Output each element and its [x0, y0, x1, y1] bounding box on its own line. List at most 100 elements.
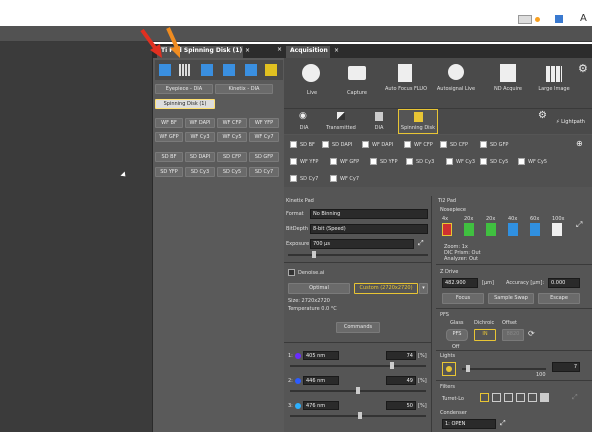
mode-spinning-disk[interactable]: Spinning Disk — [398, 109, 438, 134]
channel-label[interactable]: SD DAPI — [332, 142, 352, 148]
bitdepth-select[interactable]: 8-bit (Speed) — [310, 224, 428, 234]
lightpath-button[interactable]: ⚡ Lightpath — [556, 119, 585, 125]
mode-dia-1[interactable]: ◉ DIA — [290, 111, 318, 133]
laser-power-input[interactable]: 50 — [386, 401, 416, 410]
close-icon[interactable]: × — [245, 47, 250, 54]
optimal-button[interactable]: Optimal — [288, 283, 350, 294]
wf-yfp-button[interactable]: WF YFP — [249, 118, 279, 128]
filter-position-button[interactable] — [492, 393, 501, 402]
objective-button[interactable] — [552, 223, 562, 236]
denoise-checkbox[interactable] — [288, 269, 295, 276]
channel-label[interactable]: SD Cy5 — [490, 159, 508, 165]
filter-position-button[interactable] — [516, 393, 525, 402]
channel-label[interactable]: WF GFP — [340, 159, 359, 165]
channel-label[interactable]: SD YFP — [380, 159, 398, 165]
settings-icon[interactable] — [245, 64, 257, 76]
channel-label[interactable]: WF Cy7 — [340, 176, 359, 182]
condenser-select[interactable]: 1: OPEN — [442, 419, 496, 429]
offset-input[interactable]: 8820 — [502, 329, 524, 341]
language-icon[interactable] — [555, 15, 563, 23]
light-slider-knob[interactable] — [466, 365, 470, 372]
light-intensity-input[interactable]: 7 — [552, 362, 580, 372]
sd-yfp-button[interactable]: SD YFP — [155, 167, 183, 177]
panel-close-icon[interactable]: × — [277, 46, 282, 53]
objective-button[interactable] — [464, 223, 474, 236]
exposure-tool-icon[interactable]: ⤢ — [418, 239, 428, 249]
custom-roi-button[interactable]: Custom (2720x2720) — [354, 283, 418, 294]
wf-gfp-button[interactable]: WF GFP — [155, 132, 183, 142]
expand-icon[interactable]: ⤢ — [572, 393, 582, 403]
laser-slider[interactable] — [290, 412, 426, 419]
objective-button[interactable] — [530, 223, 540, 236]
mode-dia-2[interactable]: DIA — [366, 111, 392, 133]
wf-cy3-button[interactable]: WF Cy3 — [185, 132, 215, 142]
filter-position-button[interactable] — [504, 393, 513, 402]
sd-cy3-button[interactable]: SD Cy3 — [185, 167, 215, 177]
image-viewer-area[interactable] — [0, 42, 152, 432]
focus-button[interactable]: Focus — [442, 293, 484, 304]
laser-slider-knob[interactable] — [390, 362, 394, 369]
gear-icon[interactable]: ⚙ — [578, 62, 588, 75]
sd-cy7-button[interactable]: SD Cy7 — [249, 167, 279, 177]
expand-icon[interactable]: ⤢ — [576, 220, 582, 230]
autosignal-button[interactable]: Autosignal Live — [436, 62, 476, 106]
sd-cy5-button[interactable]: SD Cy5 — [217, 167, 247, 177]
pfs-button[interactable]: PFS — [446, 329, 468, 341]
laser-slider-knob[interactable] — [356, 387, 360, 394]
add-icon[interactable] — [201, 64, 213, 76]
light-toggle-button[interactable] — [442, 362, 456, 376]
exposure-slider-knob[interactable] — [312, 251, 316, 258]
commands-button[interactable]: Commands — [336, 322, 380, 333]
autofocus-button[interactable]: Auto Focus FLUO — [384, 62, 428, 106]
light-slider[interactable] — [462, 365, 546, 372]
wf-cfp-button[interactable]: WF CFP — [217, 118, 247, 128]
tab-acquisition[interactable]: Acquisition — [286, 46, 330, 58]
gear-icon[interactable]: ⚙ — [538, 110, 547, 121]
dichroic-in-button[interactable]: IN — [474, 329, 496, 341]
channel-label[interactable]: WF YFP — [300, 159, 318, 165]
objective-button[interactable] — [508, 223, 518, 236]
channel-label[interactable]: SD CFP — [450, 142, 468, 148]
objective-button[interactable] — [442, 223, 452, 236]
z-position-input[interactable]: 482.900 — [442, 278, 478, 288]
add-channel-icon[interactable]: ⊕ — [576, 139, 583, 148]
accuracy-select[interactable]: 0.000 — [548, 278, 580, 288]
exposure-slider[interactable] — [288, 251, 428, 258]
sd-gfp-button[interactable]: SD GFP — [249, 152, 279, 162]
exposure-input[interactable]: 700 µs — [310, 239, 414, 249]
wf-cy5-button[interactable]: WF Cy5 — [217, 132, 247, 142]
channel-label[interactable]: WF Cy5 — [528, 159, 547, 165]
tools-icon[interactable] — [265, 64, 277, 76]
channel-label[interactable]: SD GFP — [490, 142, 508, 148]
laser-power-input[interactable]: 49 — [386, 376, 416, 385]
chevron-down-icon[interactable]: ▾ — [419, 283, 428, 294]
keyboard-layout-icon[interactable]: A — [580, 13, 587, 24]
spinning-disk-button[interactable]: Spinning Disk (1) — [155, 99, 215, 109]
kinetix-dia-button[interactable]: Kinetix - DIA — [215, 84, 273, 94]
wf-cy7-button[interactable]: WF Cy7 — [249, 132, 279, 142]
format-select[interactable]: No Binning — [310, 209, 428, 219]
channel-label[interactable]: WF Cy3 — [456, 159, 475, 165]
filter-position-button[interactable] — [540, 393, 549, 402]
sd-bf-button[interactable]: SD BF — [155, 152, 183, 162]
channel-label[interactable]: SD Cy7 — [300, 176, 318, 182]
channel-label[interactable]: SD BF — [300, 142, 315, 148]
wf-dapi-button[interactable]: WF DAPI — [185, 118, 215, 128]
sd-dapi-button[interactable]: SD DAPI — [185, 152, 215, 162]
filter-position-button[interactable] — [528, 393, 537, 402]
sample-swap-button[interactable]: Sample Swap — [488, 293, 534, 304]
escape-button[interactable]: Escape — [538, 293, 580, 304]
live-button[interactable]: Live — [294, 62, 330, 104]
sd-cfp-button[interactable]: SD CFP — [217, 152, 247, 162]
laser-slider[interactable] — [290, 362, 426, 369]
expand-icon[interactable]: ⤢ — [500, 419, 510, 429]
notification-icon[interactable] — [535, 17, 540, 22]
mode-transmitted[interactable]: Transmitted — [324, 111, 358, 133]
laser-slider-knob[interactable] — [358, 412, 362, 419]
capture-button[interactable]: Capture — [339, 62, 375, 104]
laser-power-input[interactable]: 74 — [386, 351, 416, 360]
channel-label[interactable]: WF CFP — [414, 142, 433, 148]
objective-button[interactable] — [486, 223, 496, 236]
laser-slider[interactable] — [290, 387, 426, 394]
large-image-button[interactable]: Large Image — [536, 62, 572, 106]
